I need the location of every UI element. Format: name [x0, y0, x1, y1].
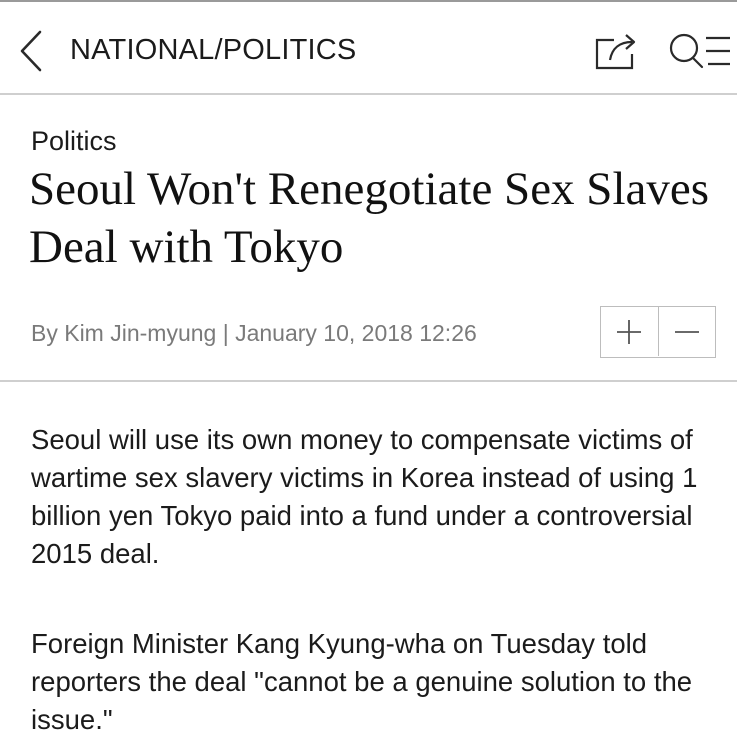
back-chevron-icon [20, 30, 42, 72]
increase-font-button[interactable] [601, 307, 659, 356]
article-paragraph-1: Seoul will use its own money to compensa… [31, 424, 698, 569]
article-category: Politics [31, 126, 117, 156]
app-header: NATIONAL/POLITICS [0, 2, 737, 94]
search-menu-icon [669, 33, 730, 69]
share-icon [595, 34, 636, 70]
search-menu-button[interactable] [668, 32, 732, 72]
font-size-controls [600, 306, 716, 358]
decrease-font-button[interactable] [659, 307, 716, 356]
article-byline: By Kim Jin-myung | January 10, 2018 12:2… [31, 320, 477, 346]
header-divider [0, 93, 737, 95]
article-divider [0, 380, 737, 382]
share-button[interactable] [592, 30, 642, 72]
article-paragraph-2: Foreign Minister Kang Kyung-wha on Tuesd… [31, 628, 693, 735]
back-button[interactable] [14, 28, 46, 74]
section-title: NATIONAL/POLITICS [70, 34, 357, 66]
plus-icon [617, 320, 641, 344]
article-headline: Seoul Won't Renegotiate Sex Slaves Deal … [29, 163, 710, 273]
minus-icon [675, 331, 699, 333]
